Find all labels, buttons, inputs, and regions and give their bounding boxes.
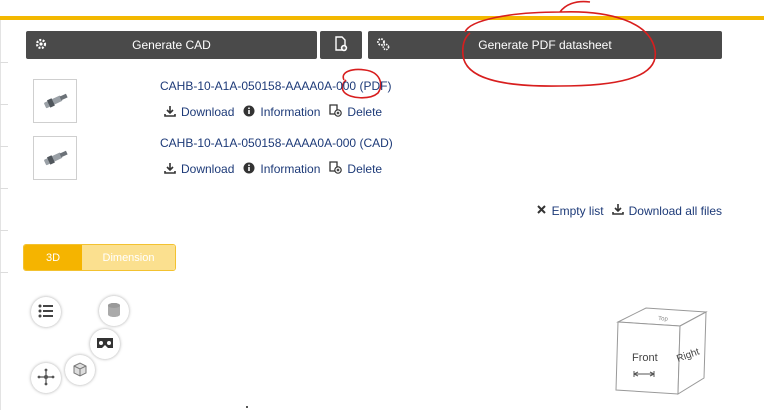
info-icon bbox=[243, 162, 260, 177]
view-mode-tabs: 3D Dimension bbox=[23, 244, 176, 271]
result-actions: Download Information Delete bbox=[164, 161, 391, 177]
view-cube[interactable]: Front Right Top bbox=[612, 306, 712, 398]
list-icon bbox=[38, 304, 54, 321]
download-icon bbox=[611, 203, 629, 218]
delete-label: Delete bbox=[347, 162, 383, 176]
product-thumbnail[interactable] bbox=[33, 136, 77, 180]
result-title[interactable]: CAHB-10-A1A-050158-AAAA0A-000 (PDF) bbox=[160, 79, 391, 93]
download-all-link[interactable]: Download all files bbox=[611, 203, 722, 218]
empty-list-link[interactable]: Empty list bbox=[536, 204, 604, 218]
information-link[interactable]: Information bbox=[243, 105, 320, 120]
result-actions: Download Information Delete bbox=[164, 104, 391, 120]
move-axes-icon bbox=[37, 368, 55, 389]
download-label: Download bbox=[181, 162, 235, 176]
information-label: Information bbox=[260, 162, 321, 176]
cube-view-button[interactable] bbox=[65, 355, 95, 385]
list-actions: Empty list Download all files bbox=[528, 203, 722, 218]
download-link[interactable]: Download bbox=[164, 105, 234, 120]
vr-goggles-icon bbox=[96, 337, 114, 352]
info-icon bbox=[243, 105, 260, 120]
cursor-artifact bbox=[246, 406, 248, 408]
information-label: Information bbox=[260, 105, 321, 119]
product-thumbnail[interactable] bbox=[33, 79, 77, 123]
result-item: CAHB-10-A1A-050158-AAAA0A-000 (CAD) Down… bbox=[33, 136, 453, 186]
tab-3d[interactable]: 3D bbox=[24, 245, 82, 270]
database-button[interactable] bbox=[99, 296, 129, 326]
delete-icon bbox=[329, 161, 347, 177]
download-icon bbox=[164, 105, 181, 120]
list-view-button[interactable] bbox=[31, 297, 61, 327]
tab-dimension[interactable]: Dimension bbox=[82, 245, 175, 270]
vr-view-button[interactable] bbox=[90, 329, 120, 359]
download-label: Download bbox=[181, 105, 235, 119]
view-cube-top-label: Top bbox=[658, 316, 669, 323]
delete-icon bbox=[329, 104, 347, 120]
move-axes-button[interactable] bbox=[31, 363, 61, 393]
result-title[interactable]: CAHB-10-A1A-050158-AAAA0A-000 (CAD) bbox=[160, 136, 393, 150]
download-link[interactable]: Download bbox=[164, 162, 234, 177]
view-cube-front-label: Front bbox=[632, 352, 658, 364]
cube-icon bbox=[72, 361, 88, 380]
delete-link[interactable]: Delete bbox=[329, 161, 382, 177]
empty-list-label: Empty list bbox=[551, 203, 604, 218]
download-all-label: Download all files bbox=[628, 203, 722, 218]
download-icon bbox=[164, 162, 181, 177]
close-icon bbox=[536, 204, 552, 218]
delete-link[interactable]: Delete bbox=[329, 104, 382, 120]
delete-label: Delete bbox=[347, 105, 383, 119]
result-item: CAHB-10-A1A-050158-AAAA0A-000 (PDF) Down… bbox=[33, 79, 453, 129]
information-link[interactable]: Information bbox=[243, 162, 320, 177]
database-icon bbox=[106, 302, 122, 321]
